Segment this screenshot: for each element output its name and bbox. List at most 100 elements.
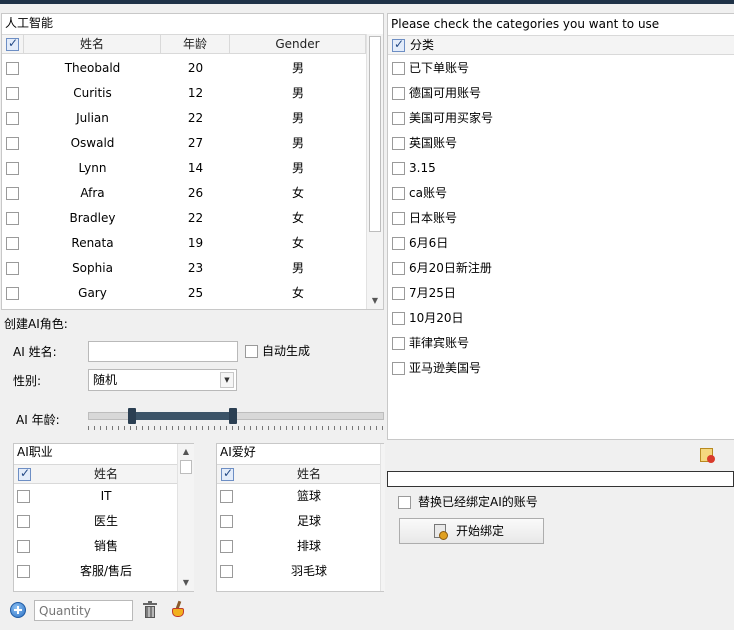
trash-icon[interactable]	[143, 601, 157, 618]
category-checkbox[interactable]	[392, 337, 405, 350]
row-checkbox[interactable]	[6, 112, 19, 125]
table-row[interactable]: Afra 26 女	[2, 181, 366, 206]
row-checkbox[interactable]	[6, 212, 19, 225]
category-item[interactable]: ca账号	[388, 181, 734, 206]
ai-name-input[interactable]	[88, 341, 238, 362]
list-item[interactable]: 排球	[217, 535, 380, 560]
table-row[interactable]: Renata 19 女	[2, 231, 366, 256]
row-checkbox[interactable]	[6, 162, 19, 175]
row-checkbox[interactable]	[6, 87, 19, 100]
category-checkbox[interactable]	[392, 362, 405, 375]
category-checkbox[interactable]	[392, 87, 405, 100]
category-checkbox[interactable]	[392, 137, 405, 150]
list-item[interactable]: 篮球	[217, 485, 380, 510]
hobby-list-scrollbar[interactable]	[380, 444, 385, 591]
ai-age-label: AI 年龄:	[16, 413, 60, 427]
auto-generate-checkbox[interactable]	[245, 345, 258, 358]
category-item[interactable]: 7月25日	[388, 281, 734, 306]
table-row[interactable]: Lynn 14 男	[2, 156, 366, 181]
slider-max-handle[interactable]	[229, 408, 237, 424]
row-checkbox[interactable]	[6, 262, 19, 275]
item-checkbox[interactable]	[220, 490, 233, 503]
row-checkbox[interactable]	[6, 137, 19, 150]
row-checkbox[interactable]	[6, 187, 19, 200]
category-checkbox[interactable]	[392, 162, 405, 175]
list-item[interactable]: 销售	[14, 535, 177, 560]
list-item[interactable]: 客服/售后	[14, 560, 177, 585]
item-checkbox[interactable]	[17, 490, 30, 503]
category-checkbox[interactable]	[392, 237, 405, 250]
item-checkbox[interactable]	[17, 565, 30, 578]
job-column-header[interactable]: 姓名	[36, 465, 176, 483]
clear-broom-icon[interactable]	[170, 600, 186, 619]
table-row[interactable]: Curitis 12 男	[2, 81, 366, 106]
scroll-down-arrow[interactable]: ▼	[367, 294, 383, 308]
item-checkbox[interactable]	[220, 515, 233, 528]
chevron-down-icon[interactable]: ▼	[220, 372, 234, 388]
category-item[interactable]: 英国账号	[388, 131, 734, 156]
category-checkbox[interactable]	[392, 287, 405, 300]
category-item[interactable]: 10月20日	[388, 306, 734, 331]
table-scrollbar[interactable]: ▼	[366, 34, 383, 309]
categories-select-all-checkbox[interactable]	[392, 37, 405, 52]
table-title: 人工智能	[2, 14, 383, 33]
list-item[interactable]: 足球	[217, 510, 380, 535]
hobby-column-header[interactable]: 姓名	[239, 465, 379, 483]
category-checkbox[interactable]	[392, 187, 405, 200]
scrollbar-thumb[interactable]	[180, 460, 192, 474]
category-item[interactable]: 菲律宾账号	[388, 331, 734, 356]
category-item[interactable]: 已下单账号	[388, 56, 734, 81]
table-row[interactable]: Julian 22 男	[2, 106, 366, 131]
category-checkbox[interactable]	[392, 112, 405, 125]
item-checkbox[interactable]	[17, 540, 30, 553]
row-checkbox[interactable]	[6, 237, 19, 250]
category-item[interactable]: 德国可用账号	[388, 81, 734, 106]
cell-name: Lynn	[78, 161, 107, 175]
slider-min-handle[interactable]	[128, 408, 136, 424]
quantity-input[interactable]	[34, 600, 133, 621]
category-item[interactable]: 6月6日	[388, 231, 734, 256]
table-row[interactable]: Oswald 27 男	[2, 131, 366, 156]
category-item[interactable]: 美国可用买家号	[388, 106, 734, 131]
table-row[interactable]: Gary 25 女	[2, 281, 366, 306]
category-filter-input[interactable]	[387, 471, 734, 487]
category-checkbox[interactable]	[392, 262, 405, 275]
add-icon[interactable]	[10, 602, 26, 618]
remove-categories-icon[interactable]	[700, 448, 715, 463]
start-binding-button[interactable]: 开始绑定	[399, 518, 544, 544]
replace-bound-checkbox[interactable]	[398, 496, 411, 509]
list-item[interactable]: 医生	[14, 510, 177, 535]
category-item[interactable]: 6月20日新注册	[388, 256, 734, 281]
item-checkbox[interactable]	[17, 515, 30, 528]
table-row[interactable]: Bradley 22 女	[2, 206, 366, 231]
row-checkbox[interactable]	[6, 287, 19, 300]
column-header-gender[interactable]: Gender	[230, 35, 366, 53]
scrollbar-thumb[interactable]	[369, 36, 381, 232]
item-checkbox[interactable]	[220, 565, 233, 578]
category-checkbox[interactable]	[392, 312, 405, 325]
job-list-scrollbar[interactable]: ▲ ▼	[177, 444, 194, 591]
categories-column-header[interactable]: 分类	[410, 36, 434, 54]
hobby-select-all-checkbox[interactable]	[221, 466, 234, 481]
category-item[interactable]: 3.15	[388, 156, 734, 181]
category-checkbox[interactable]	[392, 62, 405, 75]
table-row[interactable]: Sophia 23 男	[2, 256, 366, 281]
list-item[interactable]: 羽毛球	[217, 560, 380, 585]
item-checkbox[interactable]	[220, 540, 233, 553]
column-header-name[interactable]: 姓名	[24, 35, 161, 53]
scroll-up-arrow[interactable]: ▲	[178, 445, 194, 459]
table-row[interactable]: Theobald 20 男	[2, 56, 366, 81]
category-checkbox[interactable]	[392, 212, 405, 225]
category-item[interactable]: 日本账号	[388, 206, 734, 231]
slider-range-fill	[132, 412, 233, 420]
gender-select[interactable]: 随机 ▼	[88, 369, 237, 391]
category-item[interactable]: 亚马逊美国号	[388, 356, 734, 381]
cell-age: 25	[187, 286, 204, 300]
age-range-slider[interactable]	[88, 406, 384, 434]
row-checkbox[interactable]	[6, 62, 19, 75]
column-header-age[interactable]: 年龄	[161, 35, 230, 53]
scroll-down-arrow[interactable]: ▼	[178, 576, 194, 590]
item-label: 排球	[296, 539, 321, 553]
job-select-all-checkbox[interactable]	[18, 466, 31, 481]
list-item[interactable]: IT	[14, 485, 177, 510]
